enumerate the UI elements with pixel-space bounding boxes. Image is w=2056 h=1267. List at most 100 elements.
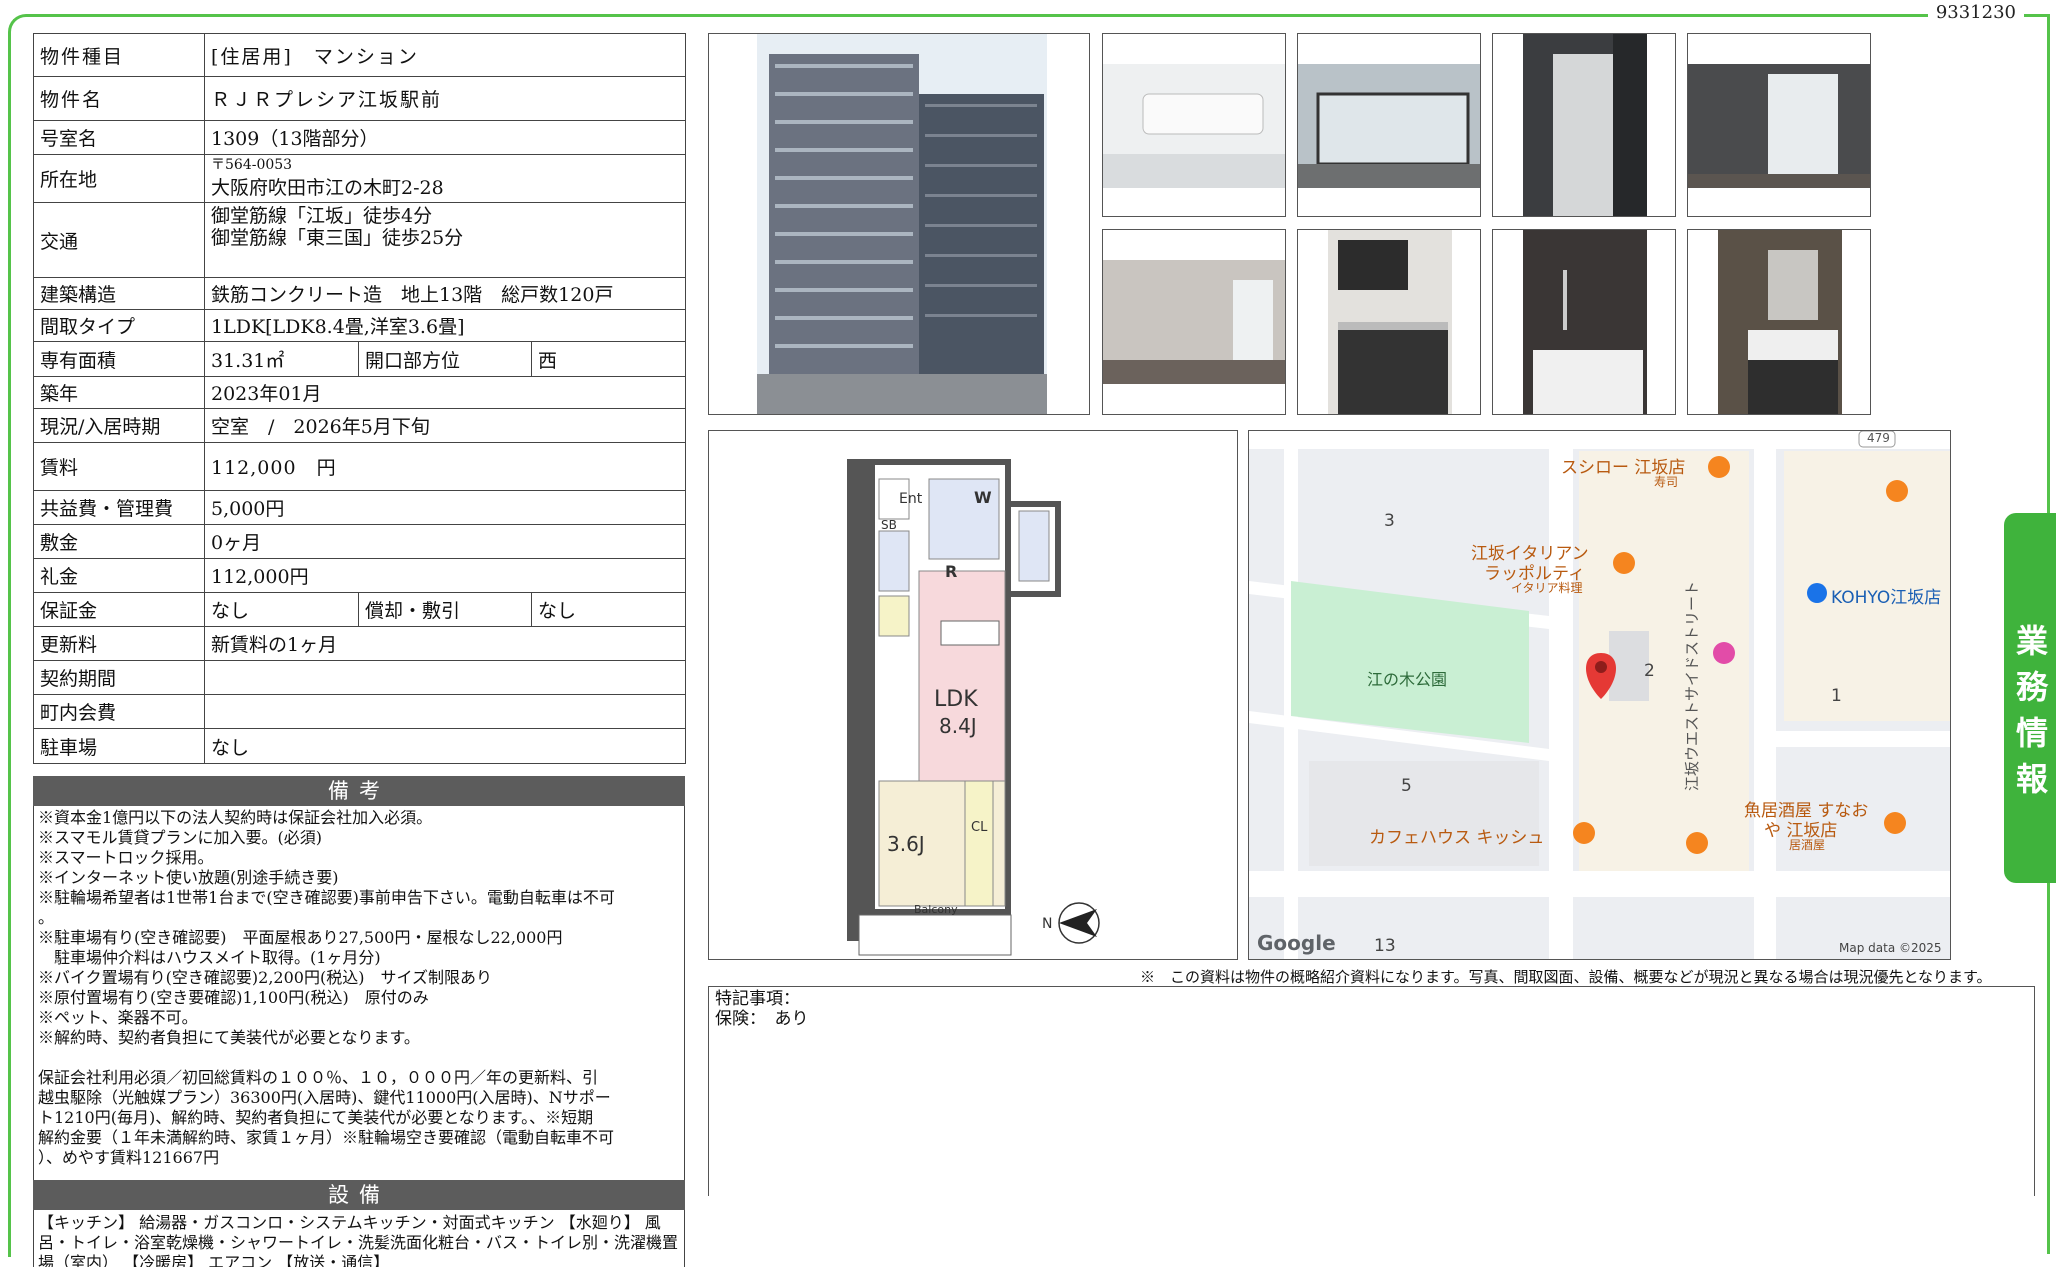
- remark-line: 駐車場仲介料はハウスメイト取得。(1ヶ月分): [38, 948, 381, 967]
- plan-ldk-size: 8.4J: [939, 714, 977, 738]
- transport-label: 交通: [33, 202, 205, 278]
- guarantee-value: なし: [204, 592, 359, 627]
- area-label: 専有面積: [33, 341, 205, 377]
- balcony-photo[interactable]: [1297, 33, 1481, 217]
- disclaimer: ※ この資料は物件の概略紹介資料になります。写真、間取図面、設備、概要などが現況…: [1140, 968, 1992, 986]
- direction-value: 西: [531, 341, 686, 377]
- map-poi-cafe: カフェハウス キッシュ: [1369, 828, 1545, 848]
- rent-value: 112,000 円: [204, 442, 686, 491]
- address-label: 所在地: [33, 154, 205, 203]
- deposit-label: 敷金: [33, 524, 205, 559]
- remark-line: ※資本金1億円以下の法人契約時は保証会社加入必須。: [38, 808, 433, 827]
- remark-line: ※ペット、楽器不可。: [38, 1008, 198, 1027]
- address-cell: 〒564-0053 大阪府吹田市江の木町2-28: [204, 154, 686, 203]
- plan-sb-label: SB: [881, 518, 897, 532]
- room-window-photo[interactable]: [1687, 33, 1871, 217]
- renewal-value: 新賃料の1ヶ月: [204, 626, 686, 661]
- transport-cell: 御堂筋線「江坂」徒歩4分 御堂筋線「東三国」徒歩25分: [204, 202, 686, 278]
- transport-line-2: 御堂筋線「東三国」徒歩25分: [211, 227, 464, 249]
- living-room-photo[interactable]: [1102, 229, 1286, 415]
- equipment-body: 【キッチン】 給湯器・ガスコンロ・システムキッチン・対面式キッチン 【水廻り】 …: [33, 1210, 685, 1267]
- layout-label: 間取タイプ: [33, 309, 205, 342]
- direction-label: 開口部方位: [358, 341, 532, 377]
- special-label: 特記事項：: [715, 989, 800, 1009]
- common-fee-value: 5,000円: [204, 490, 686, 525]
- key-money-value: 112,000円: [204, 558, 686, 593]
- deposit-value: 0ヶ月: [204, 524, 686, 559]
- structure-label: 建築構造: [33, 277, 205, 310]
- map-block-13: 13: [1374, 936, 1396, 956]
- map-poi-izakaya-sub: 居酒屋: [1789, 838, 1826, 852]
- remark-line: ※駐輪場希望者は1世帯1台まで(空き確認要)事前申告下さい。電動自転車は不可: [38, 888, 615, 907]
- transport-line-1: 御堂筋線「江坂」徒歩4分: [211, 205, 433, 227]
- map-poi-kohyo: KOHYO江坂店: [1831, 588, 1942, 608]
- location-map[interactable]: 479 スシロー 江坂店 寿司 江坂イタリアン ラッポルティ イタリア料理 KO…: [1248, 430, 1951, 960]
- town-fee-label: 町内会費: [33, 694, 205, 729]
- closet-photo[interactable]: [1492, 33, 1676, 217]
- washroom-photo[interactable]: [1687, 229, 1871, 415]
- page-id: 9331230: [1927, 2, 2024, 23]
- map-google-logo: Google: [1257, 931, 1336, 955]
- map-data-credit: Map data ©2025: [1839, 941, 1942, 955]
- property-type-value: [住居用] マンション: [204, 33, 686, 77]
- remark-line: ※駐車場有り(空き確認要) 平面屋根あり27,500円・屋根なし22,000円: [38, 928, 563, 947]
- plan-ent-label: Ent: [899, 491, 923, 507]
- aircon-photo[interactable]: [1102, 33, 1286, 217]
- remarks-header: 備考: [33, 776, 685, 806]
- map-block-2: 2: [1644, 661, 1655, 681]
- bathroom-photo[interactable]: [1492, 229, 1676, 415]
- kitchen-photo[interactable]: [1297, 229, 1481, 415]
- map-park-label: 江の木公園: [1367, 670, 1448, 689]
- room-value: 1309（13階部分）: [204, 120, 686, 155]
- renewal-label: 更新料: [33, 626, 205, 661]
- remark-line: ※解約時、契約者負担にて美装代が必要となります。: [38, 1028, 420, 1047]
- plan-cl-label: CL: [971, 820, 988, 835]
- side-tab-business-info[interactable]: 業務情報: [2004, 513, 2056, 883]
- plan-ldk-label: LDK: [934, 687, 978, 712]
- special-notes: 特記事項： 保険： あり: [708, 986, 2035, 1196]
- area-value: 31.31㎡: [204, 341, 359, 377]
- remark-line: 解約金要（１年未満解約時、家賃１ヶ月）※駐輪場空き要確認（電動自転車不可: [38, 1128, 615, 1147]
- room-label: 号室名: [33, 120, 205, 155]
- layout-value: 1LDK[LDK8.4畳,洋室3.6畳]: [204, 309, 686, 342]
- contract-value: [204, 660, 686, 695]
- amortization-label: 償却・敷引: [358, 592, 532, 627]
- remark-line: [38, 1048, 680, 1068]
- remark-line: ※インターネット使い放題(別途手続き要): [38, 868, 339, 887]
- postal-code: 〒564-0053: [211, 156, 293, 173]
- built-value: 2023年01月: [204, 376, 686, 409]
- name-value: ＲＪＲプレシア江坂駅前: [204, 76, 686, 121]
- map-poi-sushiro-sub: 寿司: [1654, 475, 1679, 489]
- building-photo[interactable]: [708, 33, 1090, 415]
- map-block-3: 3: [1384, 511, 1395, 531]
- remark-line: ト1210円(毎月)、解約時、契約者負担にて美装代が必要となります。、※短期: [38, 1108, 594, 1127]
- parking-value: なし: [204, 728, 686, 764]
- remark-line: 越虫駆除（光触媒プラン）36300円(入居時)、鍵代11000円(入居時)、Nサ…: [38, 1088, 611, 1107]
- contract-label: 契約期間: [33, 660, 205, 695]
- structure-value: 鉄筋コンクリート造 地上13階 総戸数120戸: [204, 277, 686, 310]
- property-info-table: 物件種目 [住居用] マンション 物件名 ＲＪＲプレシア江坂駅前 号室名 130…: [33, 33, 686, 764]
- remark-line: 。: [38, 908, 55, 927]
- map-block-1: 1: [1831, 686, 1842, 706]
- parking-label: 駐車場: [33, 728, 205, 764]
- hotel-poi-icon: [1713, 642, 1735, 664]
- built-label: 築年: [33, 376, 205, 409]
- compass-n-label: N: [1042, 916, 1052, 932]
- remark-line: ）、めやす賃料121667円: [38, 1148, 220, 1167]
- map-block-5: 5: [1401, 776, 1412, 796]
- remarks-body: ※資本金1億円以下の法人契約時は保証会社加入必須。 ※スマモル賃貸プランに加入要。…: [33, 806, 685, 1180]
- map-street-label: 江坂ウエストサイドストリート: [1683, 580, 1701, 791]
- floor-plan[interactable]: Ent W SB R LDK 8.4J 3.6J CL Balcony N: [708, 430, 1238, 960]
- remark-line: 保証会社利用必須／初回総賃料の１００％、１０，０００円／年の更新料、引: [38, 1068, 599, 1087]
- guarantee-label: 保証金: [33, 592, 205, 627]
- plan-w-label: W: [974, 488, 992, 507]
- status-label: 現況/入居時期: [33, 408, 205, 443]
- map-poi-italian-sub: イタリア料理: [1511, 581, 1583, 595]
- compass-icon: [1058, 902, 1100, 944]
- plan-r-label: R: [945, 562, 957, 581]
- rent-label: 賃料: [33, 442, 205, 491]
- name-label: 物件名: [33, 76, 205, 121]
- remark-line: ※バイク置場有り(空き確認要)2,200円(税込) サイズ制限あり: [38, 968, 492, 987]
- key-money-label: 礼金: [33, 558, 205, 593]
- remark-line: ※スマモル賃貸プランに加入要。(必須): [38, 828, 323, 847]
